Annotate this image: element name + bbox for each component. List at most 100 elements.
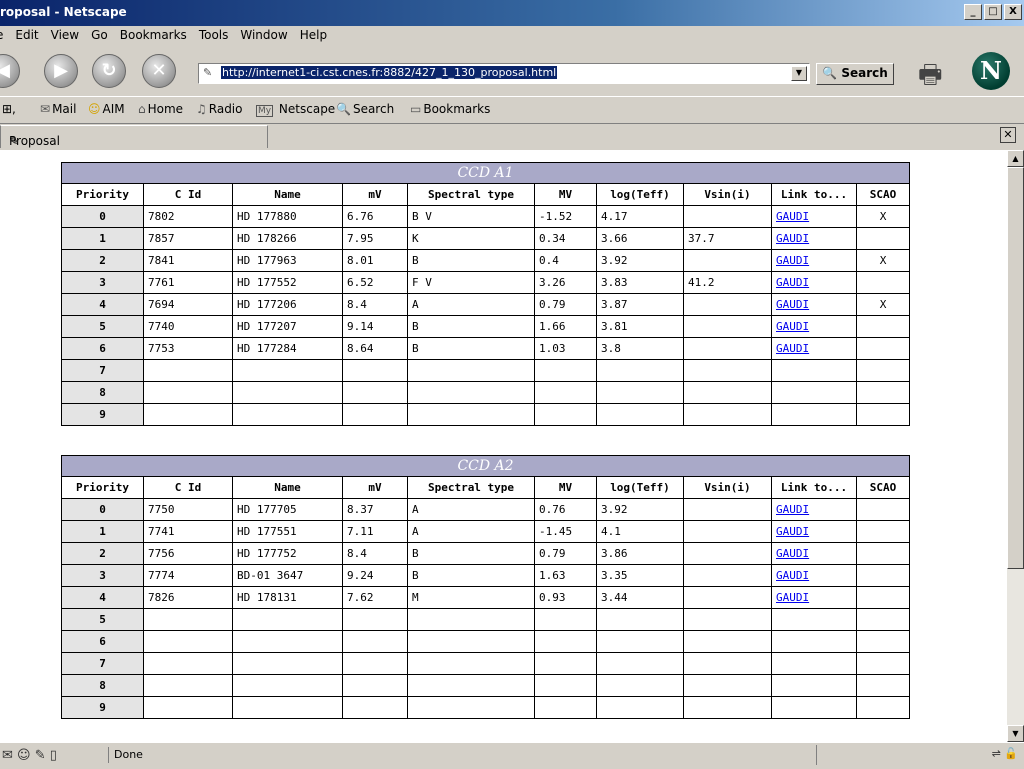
header-row: Priority C Id Name mV Spectral type MV log(Tef…: [61, 476, 910, 499]
reload-button[interactable]: ↻: [92, 54, 126, 88]
cell-link: [771, 696, 857, 719]
column-header-log-teff: log(Teff): [596, 476, 684, 499]
security-icon[interactable]: ⇌ 🔓: [992, 747, 1018, 760]
gaudi-link[interactable]: GAUDI: [776, 525, 809, 538]
cell-link: [771, 359, 857, 382]
cell-spectral-type: [407, 359, 535, 382]
gaudi-link[interactable]: GAUDI: [776, 342, 809, 355]
cell-name: BD-01 3647: [232, 564, 343, 587]
gaudi-link[interactable]: GAUDI: [776, 569, 809, 582]
maximize-button[interactable]: □: [984, 4, 1002, 20]
table-row: 4 7826 HD 178131 7.62 M 0.93 3.44 GAUDI: [61, 586, 910, 609]
cell-scao: [856, 696, 910, 719]
table-row: 3 7774 BD-01 3647 9.24 B 1.63 3.35 GAUDI: [61, 564, 910, 587]
composer-icon[interactable]: ✎: [35, 748, 46, 763]
menu-tools[interactable]: Tools: [193, 26, 235, 46]
cell-abs-mv: [534, 359, 597, 382]
cell-spectral-type: [407, 674, 535, 697]
home-link[interactable]: ⌂ Home: [138, 102, 183, 116]
aim-link[interactable]: ☺ AIM: [88, 102, 125, 116]
gaudi-link[interactable]: GAUDI: [776, 547, 809, 560]
print-icon[interactable]: 🖶: [918, 56, 943, 100]
table-row: 4 7694 HD 177206 8.4 A 0.79 3.87 GAUDI X: [61, 293, 910, 316]
menu-bookmarks[interactable]: Bookmarks: [114, 26, 193, 46]
cell-spectral-type: [407, 696, 535, 719]
gaudi-link[interactable]: GAUDI: [776, 276, 809, 289]
tab-proposal[interactable]: ✎ Proposal: [0, 125, 268, 148]
cell-name: HD 178131: [232, 586, 343, 609]
cell-spectral-type: K: [407, 227, 535, 250]
column-header-link: Link to...: [771, 476, 857, 499]
menu-edit[interactable]: Edit: [9, 26, 44, 46]
cell-vsini: [683, 630, 772, 653]
cell-name: [232, 359, 343, 382]
netscape-logo[interactable]: N: [972, 52, 1010, 90]
cell-priority: 8: [61, 674, 144, 697]
scroll-up-button[interactable]: ▲: [1007, 150, 1024, 167]
cell-spectral-type: A: [407, 293, 535, 316]
title-bar: roposal - Netscape _ □ X: [0, 0, 1024, 26]
back-button[interactable]: ◀: [0, 54, 20, 88]
cell-priority: 6: [61, 337, 144, 360]
forward-button[interactable]: ▶: [44, 54, 78, 88]
mail-link[interactable]: ✉ Mail: [40, 102, 76, 116]
cell-mv: 6.76: [342, 205, 408, 228]
cell-c-id: 7740: [143, 315, 233, 338]
gaudi-link[interactable]: GAUDI: [776, 254, 809, 267]
cell-link: [771, 630, 857, 653]
cell-spectral-type: B: [407, 249, 535, 272]
cell-link: GAUDI: [771, 586, 857, 609]
gaudi-link[interactable]: GAUDI: [776, 232, 809, 245]
menu-window[interactable]: Window: [234, 26, 293, 46]
close-window-button[interactable]: X: [1004, 4, 1022, 20]
cell-log-teff: 3.81: [596, 315, 684, 338]
cell-priority: 3: [61, 271, 144, 294]
cell-c-id: 7774: [143, 564, 233, 587]
bookmarks-link[interactable]: ▭ Bookmarks: [410, 102, 490, 116]
stop-button[interactable]: ✕: [142, 54, 176, 88]
table-row: 0 7802 HD 177880 6.76 B V -1.52 4.17 GAUDI X: [61, 205, 910, 228]
tab-title: Proposal: [9, 134, 60, 148]
search-link[interactable]: 🔍 Search: [336, 102, 394, 116]
cell-link: GAUDI: [771, 564, 857, 587]
close-tab-button[interactable]: ✕: [1000, 127, 1016, 143]
gaudi-link[interactable]: GAUDI: [776, 320, 809, 333]
minimize-button[interactable]: _: [964, 4, 982, 20]
cell-scao: X: [856, 205, 910, 228]
column-header-scao: SCAO: [856, 476, 910, 499]
menu-go[interactable]: Go: [85, 26, 114, 46]
mail-status-icon[interactable]: ✉: [2, 748, 13, 763]
cell-link: [771, 608, 857, 631]
gaudi-link[interactable]: GAUDI: [776, 591, 809, 604]
cell-priority: 4: [61, 293, 144, 316]
url-text[interactable]: http://internet1-ci.cst.cnes.fr:8882/427…: [221, 66, 558, 79]
scroll-down-button[interactable]: ▼: [1007, 725, 1024, 742]
cell-abs-mv: [534, 696, 597, 719]
cell-spectral-type: B: [407, 315, 535, 338]
address-book-icon[interactable]: ▯: [50, 748, 57, 763]
menu-help[interactable]: Help: [294, 26, 333, 46]
column-header-name: Name: [232, 476, 343, 499]
radio-link[interactable]: ♫ Radio: [196, 102, 243, 116]
menu-view[interactable]: View: [45, 26, 85, 46]
column-header-mv: mV: [342, 183, 408, 206]
url-dropdown-button[interactable]: ▼: [791, 66, 807, 81]
aim-status-icon[interactable]: ☺: [17, 748, 31, 763]
vertical-scrollbar[interactable]: ▲ ▼: [1007, 150, 1024, 742]
menu-file[interactable]: e: [0, 26, 9, 46]
url-bar[interactable]: ✎ http://internet1-ci.cst.cnes.fr:8882/4…: [198, 63, 810, 84]
cell-mv: [342, 674, 408, 697]
personal-toolbar: ⊞, ✉ Mail ☺ AIM ⌂ Home ♫ Radio My Netscape 🔍…: [0, 96, 1024, 124]
cell-name: HD 177752: [232, 542, 343, 565]
table-row: 2 7841 HD 177963 8.01 B 0.4 3.92 GAUDI X: [61, 249, 910, 272]
cell-priority: 1: [61, 227, 144, 250]
gaudi-link[interactable]: GAUDI: [776, 210, 809, 223]
search-link-icon: 🔍: [336, 102, 351, 116]
gaudi-link[interactable]: GAUDI: [776, 503, 809, 516]
my-netscape-link[interactable]: My Netscape: [256, 102, 335, 117]
search-button[interactable]: 🔍 Search: [816, 63, 894, 85]
scroll-thumb[interactable]: [1007, 167, 1024, 569]
gaudi-link[interactable]: GAUDI: [776, 298, 809, 311]
status-bar: ✉ ☺ ✎ ▯ Done ⇌ 🔓: [0, 742, 1024, 769]
cell-link: [771, 381, 857, 404]
